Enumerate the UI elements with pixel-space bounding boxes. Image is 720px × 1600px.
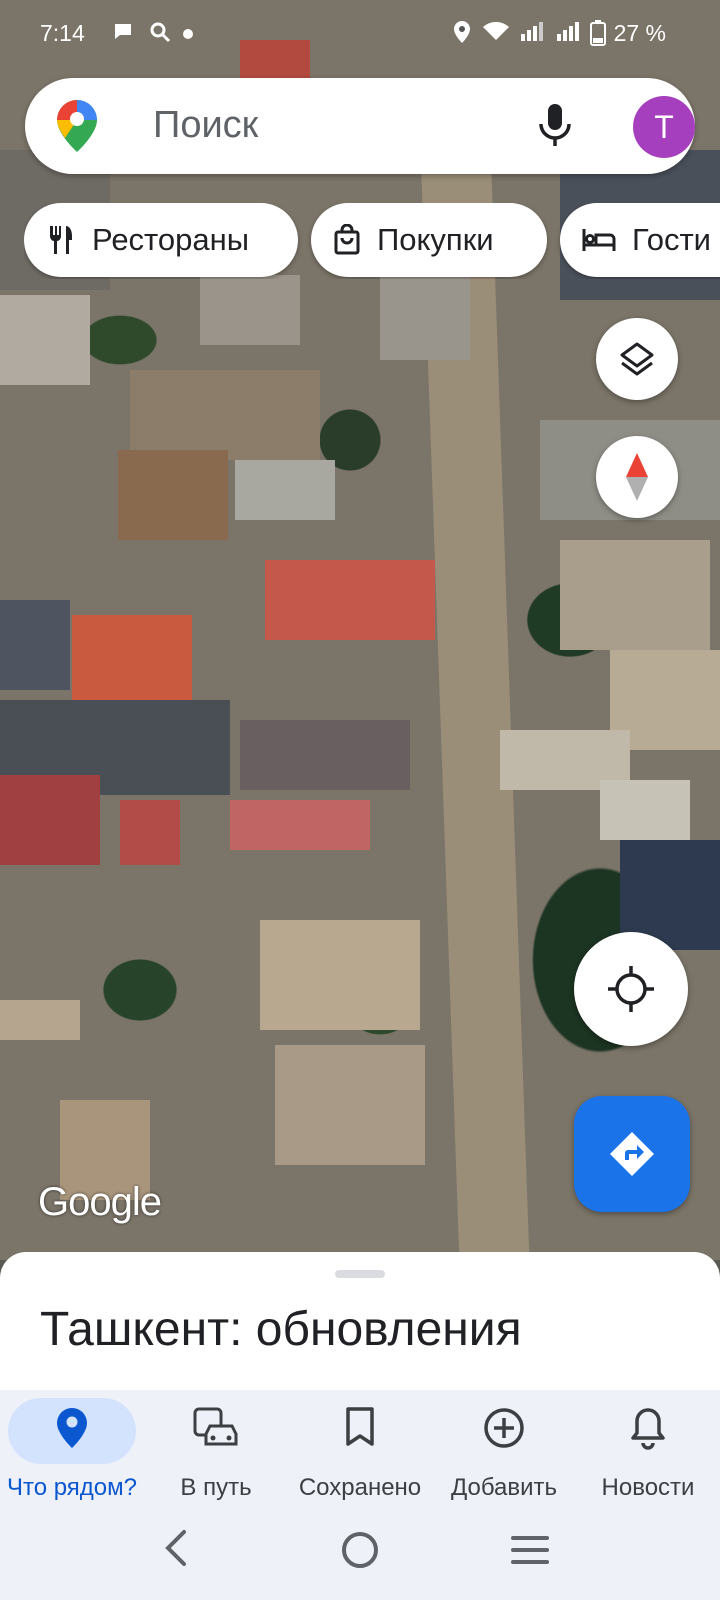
satellite-map[interactable] <box>0 0 720 1260</box>
microphone-icon[interactable] <box>537 100 573 152</box>
chip-restaurants[interactable]: Рестораны <box>24 203 298 277</box>
chip-hotels[interactable]: Гости <box>560 203 720 277</box>
system-navigation-bar <box>0 1510 720 1600</box>
nav-label: Сохранено <box>298 1474 422 1501</box>
signal-icon-2 <box>556 20 580 48</box>
nav-go[interactable]: В путь <box>144 1390 288 1510</box>
nav-label: Новости <box>601 1474 695 1501</box>
google-maps-pin-icon <box>55 98 99 154</box>
location-pin-icon <box>0 1406 144 1456</box>
layers-button[interactable] <box>596 318 678 400</box>
nav-explore[interactable]: Что рядом? <box>0 1390 144 1510</box>
chip-shopping[interactable]: Покупки <box>311 203 547 277</box>
status-bar: 7:14 27 % <box>0 0 720 66</box>
battery-percent: 27 % <box>613 20 666 46</box>
bookmark-icon <box>288 1406 432 1456</box>
search-bar[interactable]: Поиск T <box>25 78 695 174</box>
nav-saved[interactable]: Сохранено <box>288 1390 432 1510</box>
search-notification-icon <box>148 20 172 50</box>
battery-icon <box>590 20 606 52</box>
google-attribution: Google <box>38 1180 162 1224</box>
my-location-icon <box>608 966 654 1012</box>
chip-label: Гости <box>632 222 711 257</box>
hotel-bed-icon <box>582 229 616 251</box>
back-icon[interactable] <box>162 1528 192 1573</box>
add-circle-icon <box>432 1406 576 1456</box>
nav-label: В путь <box>180 1474 252 1501</box>
chat-bubble-icon <box>112 20 134 48</box>
category-chips: Рестораны Покупки Гости <box>24 203 720 279</box>
status-time: 7:14 <box>40 20 85 46</box>
updates-sheet[interactable]: Ташкент: обновления <box>0 1252 720 1392</box>
nav-label: Добавить <box>450 1474 558 1501</box>
account-avatar[interactable]: T <box>633 96 695 158</box>
nav-contribute[interactable]: Добавить <box>432 1390 576 1510</box>
nav-label: Что рядом? <box>6 1474 137 1501</box>
directions-icon <box>610 1132 654 1176</box>
chip-label: Покупки <box>377 222 494 257</box>
nav-updates[interactable]: Новости <box>576 1390 720 1510</box>
dot-icon <box>182 20 194 46</box>
signal-icon <box>520 20 544 48</box>
chip-label: Рестораны <box>92 222 250 257</box>
shopping-bag-icon <box>334 224 360 255</box>
bottom-navigation: Что рядом? В путь Сохранено Добавить Нов… <box>0 1390 720 1510</box>
compass-button[interactable] <box>596 436 678 518</box>
wifi-icon <box>482 20 510 48</box>
home-icon[interactable] <box>340 1530 380 1575</box>
bell-icon <box>576 1406 720 1456</box>
search-placeholder[interactable]: Поиск <box>153 104 258 147</box>
location-status-icon <box>452 20 472 50</box>
restaurant-icon <box>50 226 72 254</box>
layers-icon <box>620 342 654 376</box>
recents-icon[interactable] <box>510 1532 550 1573</box>
commute-icon <box>144 1406 288 1456</box>
directions-button[interactable] <box>574 1096 690 1212</box>
sheet-drag-handle[interactable] <box>335 1270 385 1278</box>
compass-icon <box>626 453 648 501</box>
sheet-title: Ташкент: обновления <box>40 1303 522 1356</box>
my-location-button[interactable] <box>574 932 688 1046</box>
